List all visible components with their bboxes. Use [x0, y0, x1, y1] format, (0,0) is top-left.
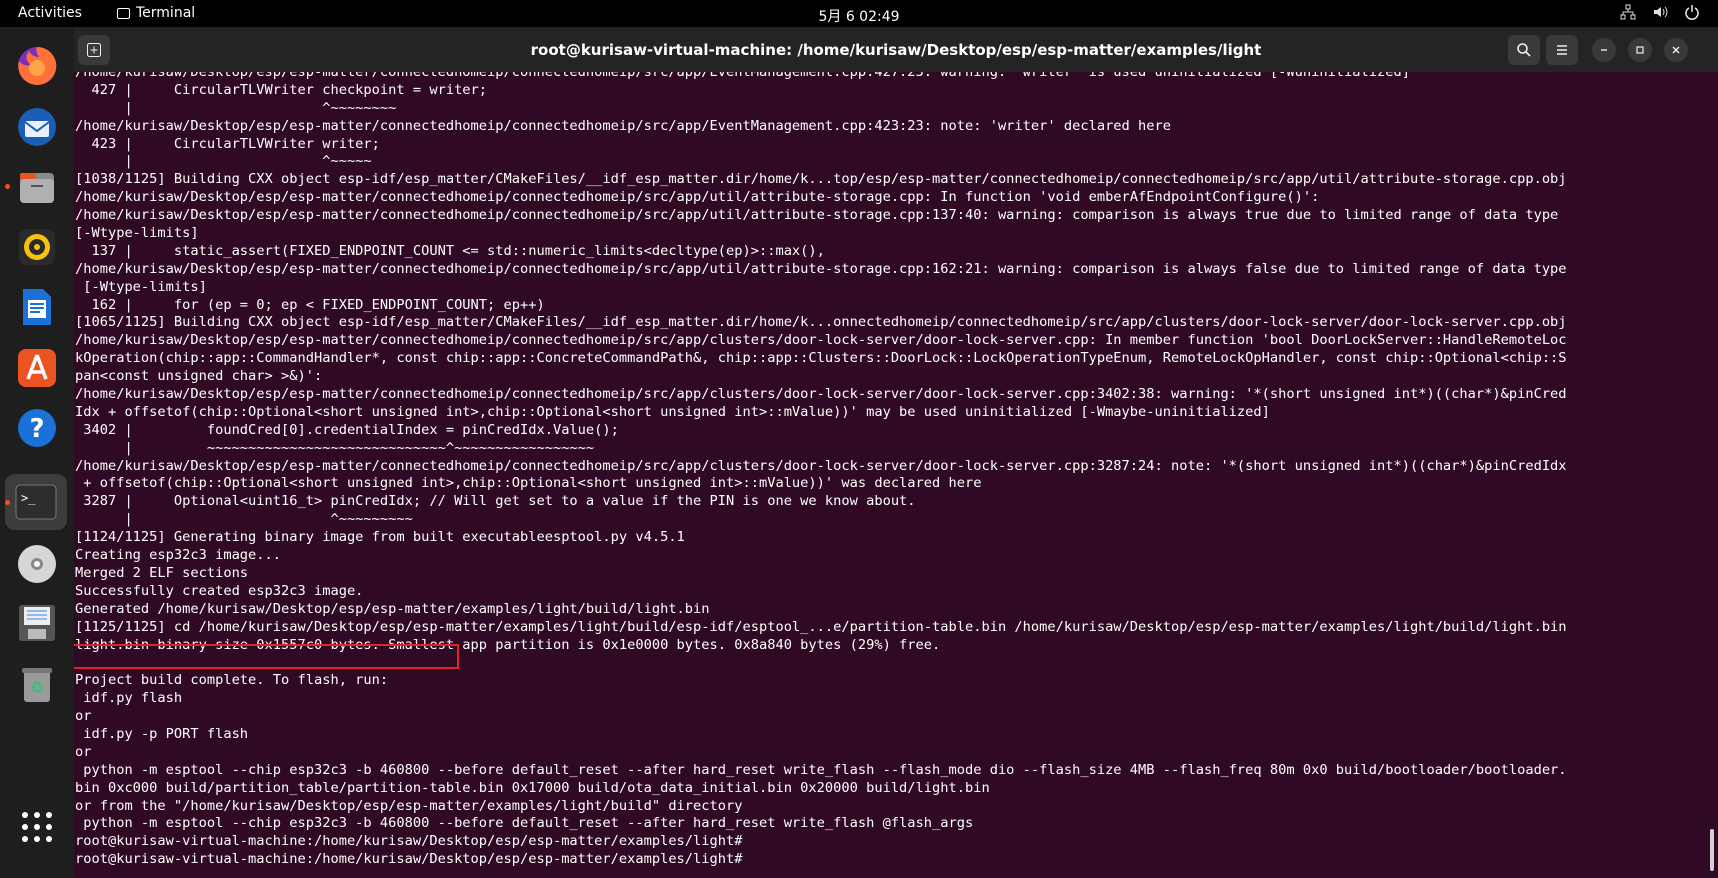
terminal-lines: /home/kurisaw/Desktop/esp/esp-matter/con…	[75, 72, 1567, 869]
terminal-line: Project build complete. To flash, run:	[75, 672, 389, 689]
build-complete-highlight	[74, 644, 459, 669]
terminal-line: or	[75, 708, 92, 725]
svg-text:♻: ♻	[30, 678, 44, 697]
terminal-line: idf.py -p PORT flash	[75, 725, 249, 742]
trash-icon[interactable]: ♻	[12, 659, 62, 709]
terminal-line: /home/kurisaw/Desktop/esp/esp-matter/con…	[75, 457, 1567, 474]
terminal-line: Generated /home/kurisaw/Desktop/esp/esp-…	[75, 600, 710, 617]
terminal-line: or	[75, 743, 92, 760]
terminal-line: /home/kurisaw/Desktop/esp/esp-matter/con…	[75, 260, 1567, 277]
terminal-line: or from the "/home/kurisaw/Desktop/esp/e…	[75, 797, 743, 814]
help-icon[interactable]: ?	[12, 403, 62, 453]
terminal-line: [1124/1125] Generating binary image from…	[75, 529, 685, 546]
terminal-line: 162 | for (ep = 0; ep < FIXED_ENDPOINT_C…	[75, 296, 545, 313]
terminal-line: /home/kurisaw/Desktop/esp/esp-matter/con…	[75, 207, 1559, 224]
terminal-line: | ^~~~~~~~~~	[75, 511, 413, 528]
dock: ? >_ ♻	[0, 27, 74, 878]
terminal-line: pan<const unsigned char> >&)':	[75, 368, 323, 385]
terminal-line: 427 | CircularTLVWriter checkpoint = wri…	[75, 81, 488, 98]
running-indicator	[5, 184, 10, 189]
close-button[interactable]	[1664, 38, 1688, 62]
terminal-line: | ^~~~~~~~~	[75, 99, 397, 116]
terminal-window: root@kurisaw-virtual-machine: /home/kuri…	[74, 27, 1718, 878]
writer-icon[interactable]	[12, 282, 62, 332]
terminal-line: bin 0xc000 build/partition_table/partiti…	[75, 779, 990, 796]
terminal-line: root@kurisaw-virtual-machine:/home/kuris…	[75, 851, 743, 868]
dvd-icon[interactable]	[12, 539, 62, 589]
svg-text:>_: >_	[21, 491, 36, 505]
save-disk-icon[interactable]	[12, 598, 62, 648]
terminal-line: Merged 2 ELF sections	[75, 564, 249, 581]
clock[interactable]: 5月 6 02:49	[0, 6, 1718, 26]
terminal-line: root@kurisaw-virtual-machine:/home/kuris…	[75, 833, 743, 850]
rhythmbox-icon[interactable]	[12, 222, 62, 272]
top-bar: Activities Terminal 5月 6 02:49	[0, 0, 1718, 27]
terminal-line: 423 | CircularTLVWriter writer;	[75, 135, 380, 152]
terminal-line: [1038/1125] Building CXX object esp-idf/…	[75, 171, 1567, 188]
terminal-line: | ~~~~~~~~~~~~~~~~~~~~~~~~~~~~~^~~~~~~~~…	[75, 439, 595, 456]
terminal-line: python -m esptool --chip esp32c3 -b 4608…	[75, 815, 974, 832]
terminal-small-icon	[117, 7, 130, 19]
search-button[interactable]	[1508, 35, 1540, 65]
terminal-line: /home/kurisaw/Desktop/esp/esp-matter/con…	[75, 386, 1567, 403]
terminal-line: | ^~~~~~	[75, 153, 372, 170]
app-menu-label: Terminal	[136, 5, 196, 21]
terminal-line: Successfully created esp32c3 image.	[75, 582, 364, 599]
thunderbird-icon[interactable]	[12, 102, 62, 152]
app-center-icon[interactable]	[12, 343, 62, 393]
app-menu[interactable]: Terminal	[117, 5, 195, 21]
system-tray[interactable]	[1620, 4, 1700, 24]
network-icon	[1620, 4, 1636, 24]
volume-icon	[1652, 4, 1668, 24]
files-icon[interactable]	[12, 162, 62, 212]
terminal-line: [1065/1125] Building CXX object esp-idf/…	[75, 314, 1567, 331]
terminal-line: Idx + offsetof(chip::Optional<short unsi…	[75, 403, 1270, 420]
scrollbar[interactable]	[1710, 829, 1714, 871]
terminal-icon[interactable]: >_	[5, 474, 67, 530]
running-indicator	[5, 500, 10, 505]
terminal-line: /home/kurisaw/Desktop/esp/esp-matter/con…	[75, 72, 1410, 80]
svg-text:?: ?	[29, 414, 44, 444]
terminal-line: [-Wtype-limits]	[75, 278, 207, 295]
terminal-line: Creating esp32c3 image...	[75, 547, 282, 564]
power-icon	[1684, 4, 1700, 24]
minimize-button[interactable]	[1592, 38, 1616, 62]
terminal-line: /home/kurisaw/Desktop/esp/esp-matter/con…	[75, 189, 1320, 206]
terminal-line: [1125/1125] cd /home/kurisaw/Desktop/esp…	[75, 618, 1567, 635]
menu-button[interactable]	[1546, 35, 1578, 65]
firefox-icon[interactable]	[12, 41, 62, 91]
window-header[interactable]: root@kurisaw-virtual-machine: /home/kuri…	[74, 27, 1718, 72]
activities-button[interactable]: Activities	[18, 5, 82, 21]
terminal-line: /home/kurisaw/Desktop/esp/esp-matter/con…	[75, 332, 1567, 349]
window-title: root@kurisaw-virtual-machine: /home/kuri…	[530, 41, 1262, 59]
terminal-output[interactable]: /home/kurisaw/Desktop/esp/esp-matter/con…	[74, 72, 1718, 878]
terminal-line: /home/kurisaw/Desktop/esp/esp-matter/con…	[75, 117, 1171, 134]
terminal-line: idf.py flash	[75, 690, 183, 707]
terminal-line: + offsetof(chip::Optional<short unsigned…	[75, 475, 982, 492]
terminal-line: 137 | static_assert(FIXED_ENDPOINT_COUNT…	[75, 242, 825, 259]
terminal-line: python -m esptool --chip esp32c3 -b 4608…	[75, 761, 1567, 778]
terminal-line: 3287 | Optional<uint16_t> pinCredIdx; //…	[75, 493, 916, 510]
terminal-line: 3402 | foundCred[0].credentialIndex = pi…	[75, 421, 619, 438]
terminal-line: [-Wtype-limits]	[75, 225, 199, 242]
show-apps-icon[interactable]	[12, 802, 62, 852]
maximize-button[interactable]	[1628, 38, 1652, 62]
terminal-line: kOperation(chip::app::CommandHandler*, c…	[75, 350, 1567, 367]
